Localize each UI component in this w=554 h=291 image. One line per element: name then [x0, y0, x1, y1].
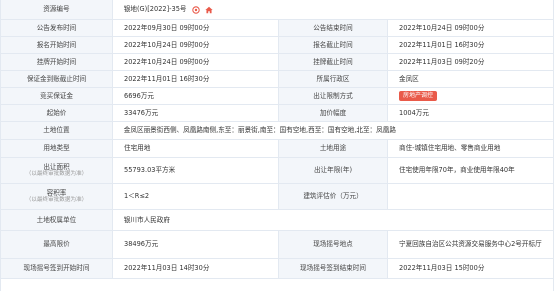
- land-detail-table: 资源编号 银地(G)[2022]-35号 公告发布时间 2022年09月30日 …: [0, 0, 554, 291]
- row-owner: 土地权属单位 银川市人民政府: [1, 210, 553, 231]
- label-term: 出让年限(年): [278, 158, 388, 183]
- label-listing-end: 挂牌截止时间: [278, 54, 388, 70]
- label-plot-ratio: 容积率 （以最终审批数据为准）: [1, 184, 113, 209]
- label-building-valuation: 建筑评估价（万元）: [278, 184, 388, 209]
- row-area: 出让面积 （以最终审批数据为准） 55793.03平方米 出让年限(年) 住宅使…: [1, 158, 553, 184]
- value-increment: 1004万元: [399, 108, 429, 117]
- label-signup-end: 报名截止时间: [278, 37, 388, 53]
- row-lottery-time: 现场摇号签到开始时间 2022年11月03日 14时30分 现场摇号签到结束时间…: [1, 259, 553, 279]
- value-start-price: 33476万元: [124, 108, 159, 117]
- value-location: 金凤区丽景街西侧、凤凰路南侧,东至：丽景街,南至：国有空地,西至：国有空地,北至…: [123, 126, 396, 135]
- row-deposit: 竞买保证金 6696万元 出让限制方式 房地产调控: [1, 88, 553, 105]
- value-lottery-checkin-end: 2022年11月03日 15时00分: [399, 264, 485, 273]
- value-signup-start: 2022年10月24日 09时00分: [124, 40, 210, 49]
- label-plot-ratio-text: 容积率: [46, 188, 67, 197]
- value-lottery-checkin-start: 2022年11月03日 14时30分: [124, 264, 210, 273]
- value-announce-start: 2022年09月30日 09时00分: [124, 23, 210, 32]
- label-increment: 加价幅度: [278, 105, 388, 121]
- row-plot-ratio: 容积率 （以最终审批数据为准） 1＜R≤2 建筑评估价（万元）: [1, 184, 553, 210]
- value-area: 55793.03平方米: [124, 166, 176, 175]
- label-lottery-checkin-end: 现场摇号签到结束时间: [278, 259, 388, 278]
- value-building-valuation: [388, 184, 553, 209]
- row-max-price: 最高限价 38496万元 现场摇号地点 宁夏回族自治区公共资源交易服务中心2号开…: [1, 231, 553, 259]
- value-listing-start: 2022年10月24日 09时00分: [124, 57, 210, 66]
- label-deposit-deadline: 保证金到账截止时间: [1, 71, 113, 87]
- value-owner: 银川市人民政府: [123, 215, 170, 224]
- label-signup-start: 报名开始时间: [1, 37, 113, 53]
- row-deposit-deadline: 保证金到账截止时间 2022年11月01日 16时30分 所属行政区 金凤区: [1, 71, 553, 88]
- label-deposit: 竞买保证金: [1, 88, 113, 104]
- value-district: 金凤区: [399, 74, 419, 83]
- value-land-use: 商住-城镇住宅用地、零售商业用地: [399, 144, 501, 153]
- label-plot-ratio-note: （以最终审批数据为准）: [25, 197, 88, 204]
- row-location: 土地位置 金凤区丽景街西侧、凤凰路南侧,东至：丽景街,南至：国有空地,西至：国有…: [1, 122, 553, 140]
- label-owner: 土地权属单位: [1, 210, 113, 230]
- restriction-badge: 房地产调控: [399, 91, 438, 101]
- value-deposit-deadline: 2022年11月01日 16时30分: [124, 74, 210, 83]
- value-deposit: 6696万元: [124, 91, 154, 100]
- row-land-type: 用地类型 住宅用地 土地用途 商住-城镇住宅用地、零售商业用地: [1, 140, 553, 158]
- home-icon[interactable]: [204, 6, 213, 14]
- label-location: 土地位置: [1, 122, 113, 139]
- label-land-type: 用地类型: [1, 140, 113, 157]
- value-announce-end: 2022年10月24日 09时00分: [399, 23, 485, 32]
- label-max-price: 最高限价: [1, 231, 113, 258]
- label-area: 出让面积 （以最终审批数据为准）: [1, 158, 113, 183]
- label-listing-start: 挂牌开始时间: [1, 54, 113, 70]
- label-area-text: 出让面积: [43, 162, 70, 171]
- value-resource-id: 银地(G)[2022]-35号: [113, 0, 553, 19]
- value-land-type: 住宅用地: [124, 144, 151, 153]
- value-restriction: 房地产调控: [388, 88, 553, 104]
- row-start-price: 起始价 33476万元 加价幅度 1004万元: [1, 105, 553, 122]
- resource-id-text: 银地(G)[2022]-35号: [123, 5, 187, 14]
- value-term: 住宅使用年限70年，商业使用年限40年: [399, 166, 515, 175]
- value-max-price: 38496万元: [124, 240, 159, 249]
- target-icon[interactable]: [191, 5, 200, 14]
- row-signup-time: 报名开始时间 2022年10月24日 09时00分 报名截止时间 2022年11…: [1, 37, 553, 54]
- label-lottery-venue: 现场摇号地点: [278, 231, 388, 258]
- label-land-use: 土地用途: [278, 140, 388, 157]
- value-plot-ratio: 1＜R≤2: [124, 192, 150, 201]
- label-restriction: 出让限制方式: [278, 88, 388, 104]
- label-area-note: （以最终审批数据为准）: [25, 171, 88, 178]
- value-signup-end: 2022年11月01日 16时30分: [399, 40, 485, 49]
- label-resource-id: 资源编号: [1, 0, 113, 19]
- row-listing-time: 挂牌开始时间 2022年10月24日 09时00分 挂牌截止时间 2022年11…: [1, 54, 553, 71]
- label-start-price: 起始价: [1, 105, 113, 121]
- value-lottery-venue: 宁夏回族自治区公共资源交易服务中心2号开标厅: [399, 240, 542, 249]
- row-resource-id: 资源编号 银地(G)[2022]-35号: [1, 0, 553, 20]
- value-listing-end: 2022年11月03日 09时20分: [399, 57, 485, 66]
- row-announce-time: 公告发布时间 2022年09月30日 09时00分 公告结束时间 2022年10…: [1, 20, 553, 37]
- label-announce-start: 公告发布时间: [1, 20, 113, 36]
- label-district: 所属行政区: [278, 71, 388, 87]
- label-lottery-checkin-start: 现场摇号签到开始时间: [1, 259, 113, 278]
- label-announce-end: 公告结束时间: [278, 20, 388, 36]
